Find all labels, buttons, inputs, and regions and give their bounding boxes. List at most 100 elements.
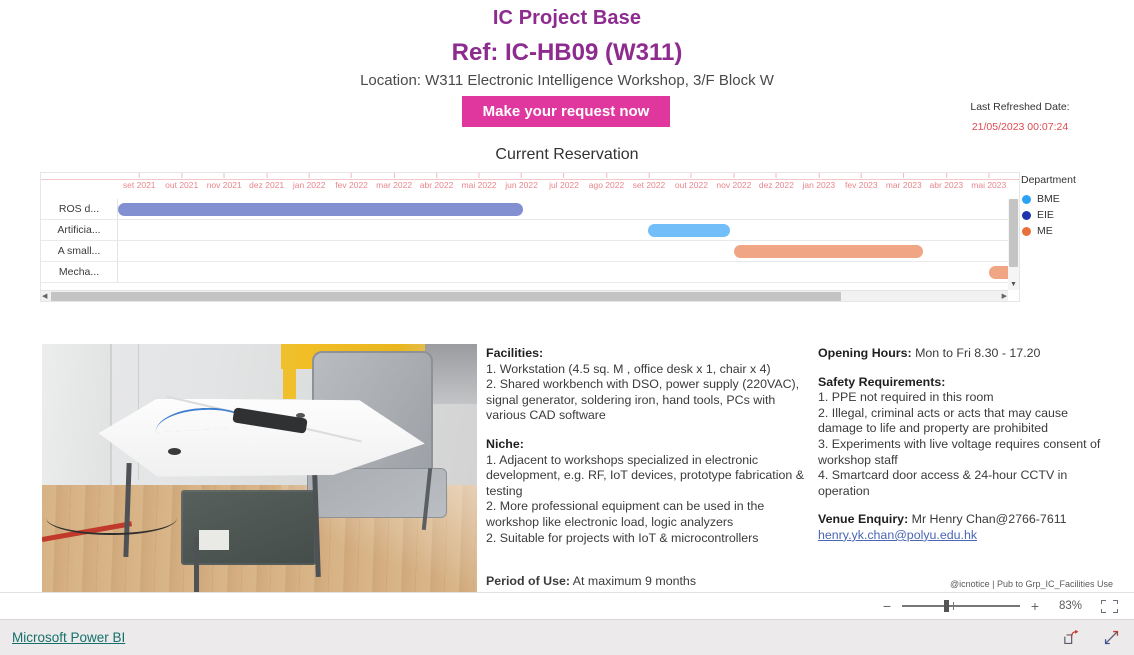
- zoom-slider-handle[interactable]: [944, 600, 949, 612]
- legend-color-dot: [1022, 226, 1031, 236]
- facilities-block: Facilities: 1. Workstation (4.5 sq. M , …: [486, 346, 811, 424]
- gantt-row-label: Artificia...: [41, 220, 118, 240]
- niche-line: 2. More professional equipment can be us…: [486, 499, 765, 529]
- gantt-time-axis: set 2021 out 2021 nov 2021 dez 2021 jan 2022…: [41, 173, 1019, 199]
- axis-tick-mark: [266, 173, 268, 178]
- gantt-row-track: [118, 241, 1019, 261]
- gantt-row[interactable]: A small...: [41, 241, 1019, 262]
- scroll-right-arrow-icon[interactable]: ▶: [1002, 292, 1007, 301]
- gantt-bar[interactable]: [647, 224, 730, 237]
- fullscreen-icon[interactable]: [1103, 629, 1120, 646]
- safety-line: 1. PPE not required in this room: [818, 390, 994, 405]
- axis-tick-label: dez 2021: [249, 173, 284, 190]
- gantt-rows: ROS d... Artificia... A small... Mecha...: [41, 199, 1019, 301]
- gantt-row-track: [118, 220, 1019, 240]
- axis-tick-label: set 2022: [633, 173, 665, 190]
- publication-note: @icnotice | Pub to Grp_IC_Facilities Use: [949, 579, 1113, 589]
- gantt-horizontal-scrollbar[interactable]: ◀ ▶: [41, 290, 1008, 301]
- report-action-bar: − + 83%: [0, 592, 1134, 619]
- facilities-line: 1. Workstation (4.5 sq. M , office desk …: [486, 361, 771, 376]
- axis-tick-label: mar 2023: [886, 173, 922, 190]
- venue-enquiry-block: Venue Enquiry: Mr Henry Chan@2766-7611 h…: [818, 512, 1113, 543]
- vertical-scroll-thumb[interactable]: [1009, 199, 1018, 267]
- photo-crate-label: [198, 530, 230, 550]
- axis-tick-label: set 2021: [123, 173, 156, 190]
- axis-tick-mark: [690, 173, 692, 178]
- opening-hours-value: Mon to Fri 8.30 - 17.20: [915, 346, 1041, 360]
- gantt-chart-visual[interactable]: set 2021 out 2021 nov 2021 dez 2021 jan 2022…: [40, 172, 1020, 302]
- opening-hours-label: Opening Hours:: [818, 346, 912, 360]
- scroll-down-arrow-icon[interactable]: ▼: [1008, 281, 1019, 288]
- safety-line: 2. Illegal, criminal acts or acts that m…: [818, 405, 1068, 436]
- gantt-row-track: [118, 199, 1019, 219]
- axis-tick-mark: [605, 173, 607, 178]
- footer-icon-group: [1064, 629, 1120, 646]
- axis-tick-label: mar 2022: [376, 173, 412, 190]
- zoom-slider-rail: [902, 605, 1020, 607]
- workstation-photo: [42, 344, 477, 592]
- axis-tick-label: mai 2022: [462, 173, 497, 190]
- safety-column: Opening Hours: Mon to Fri 8.30 - 17.20 S…: [818, 346, 1113, 544]
- axis-tick-mark: [393, 173, 395, 178]
- scroll-left-arrow-icon[interactable]: ◀: [42, 292, 47, 301]
- axis-tick-mark: [223, 173, 225, 178]
- horizontal-scroll-thumb[interactable]: [51, 292, 841, 301]
- legend-item[interactable]: BME: [1021, 191, 1131, 207]
- report-footer: Microsoft Power BI: [0, 619, 1134, 655]
- zoom-slider[interactable]: [902, 600, 1020, 612]
- last-refreshed-label: Last Refreshed Date:: [970, 101, 1070, 113]
- venue-enquiry-email-link[interactable]: henry.yk.chan@polyu.edu.hk: [818, 528, 977, 542]
- axis-tick-mark: [478, 173, 480, 178]
- zoom-in-button[interactable]: +: [1029, 599, 1041, 613]
- axis-tick-label: fev 2023: [845, 173, 878, 190]
- axis-tick-label: out 2021: [165, 173, 198, 190]
- share-icon[interactable]: [1064, 629, 1081, 646]
- power-bi-report-viewer: IC Project Base Ref: IC-HB09 (W311) Loca…: [0, 0, 1134, 655]
- axis-tick-mark: [733, 173, 735, 178]
- gantt-row[interactable]: Artificia...: [41, 220, 1019, 241]
- axis-tick-label: jan 2023: [803, 173, 835, 190]
- venue-enquiry-label: Venue Enquiry:: [818, 512, 909, 527]
- niche-heading: Niche:: [486, 436, 524, 451]
- period-label: Period of Use:: [486, 574, 570, 588]
- photo-storage-crate: [181, 490, 317, 565]
- axis-tick-mark: [436, 173, 438, 178]
- gantt-bar[interactable]: [734, 245, 924, 258]
- niche-line: 1. Adjacent to workshops specialized in …: [486, 452, 804, 498]
- make-request-button[interactable]: Make your request now: [462, 96, 670, 127]
- axis-tick-label: ago 2022: [589, 173, 624, 190]
- gantt-row-label: ROS d...: [41, 199, 118, 219]
- photo-yellow-post: [283, 344, 297, 399]
- safety-line: 4. Smartcard door access & 24-hour CCTV …: [818, 468, 1068, 498]
- axis-tick-mark: [138, 173, 140, 178]
- gantt-bar[interactable]: [118, 203, 523, 216]
- zoom-slider-midpoint-tick: [953, 602, 954, 610]
- legend-item[interactable]: ME: [1021, 223, 1131, 239]
- zoom-out-button[interactable]: −: [881, 599, 893, 613]
- gantt-vertical-scrollbar[interactable]: ▼: [1008, 199, 1019, 290]
- facilities-column: Facilities: 1. Workstation (4.5 sq. M , …: [486, 346, 811, 546]
- legend-item[interactable]: EIE: [1021, 207, 1131, 223]
- zoom-percent-label: 83%: [1058, 600, 1082, 612]
- niche-block: Niche: 1. Adjacent to workshops speciali…: [486, 437, 811, 546]
- niche-line: 2. Suitable for projects with IoT & micr…: [486, 530, 759, 545]
- opening-hours-block: Opening Hours: Mon to Fri 8.30 - 17.20: [818, 346, 1113, 362]
- axis-tick-mark: [308, 173, 310, 178]
- axis-tick-mark: [818, 173, 820, 178]
- axis-tick-label: jun 2022: [505, 173, 538, 190]
- facilities-heading: Facilities:: [486, 346, 544, 360]
- gantt-row[interactable]: ROS d...: [41, 199, 1019, 220]
- axis-tick-label: nov 2021: [207, 173, 242, 190]
- legend-item-label: EIE: [1037, 209, 1054, 221]
- axis-tick-mark: [181, 173, 183, 178]
- location-text: Location: W311 Electronic Intelligence W…: [360, 72, 774, 89]
- safety-block: Safety Requirements: 1. PPE not required…: [818, 375, 1113, 500]
- fit-to-page-icon[interactable]: [1101, 599, 1118, 613]
- axis-tick-label: nov 2022: [716, 173, 751, 190]
- power-bi-brand-link[interactable]: Microsoft Power BI: [12, 630, 125, 645]
- axis-tick-label: mai 2023: [971, 173, 1006, 190]
- last-refreshed-value: 21/05/2023 00:07:24: [971, 121, 1069, 133]
- legend-color-dot: [1022, 194, 1031, 204]
- legend-color-dot: [1022, 210, 1031, 220]
- gantt-row[interactable]: Mecha...: [41, 262, 1019, 283]
